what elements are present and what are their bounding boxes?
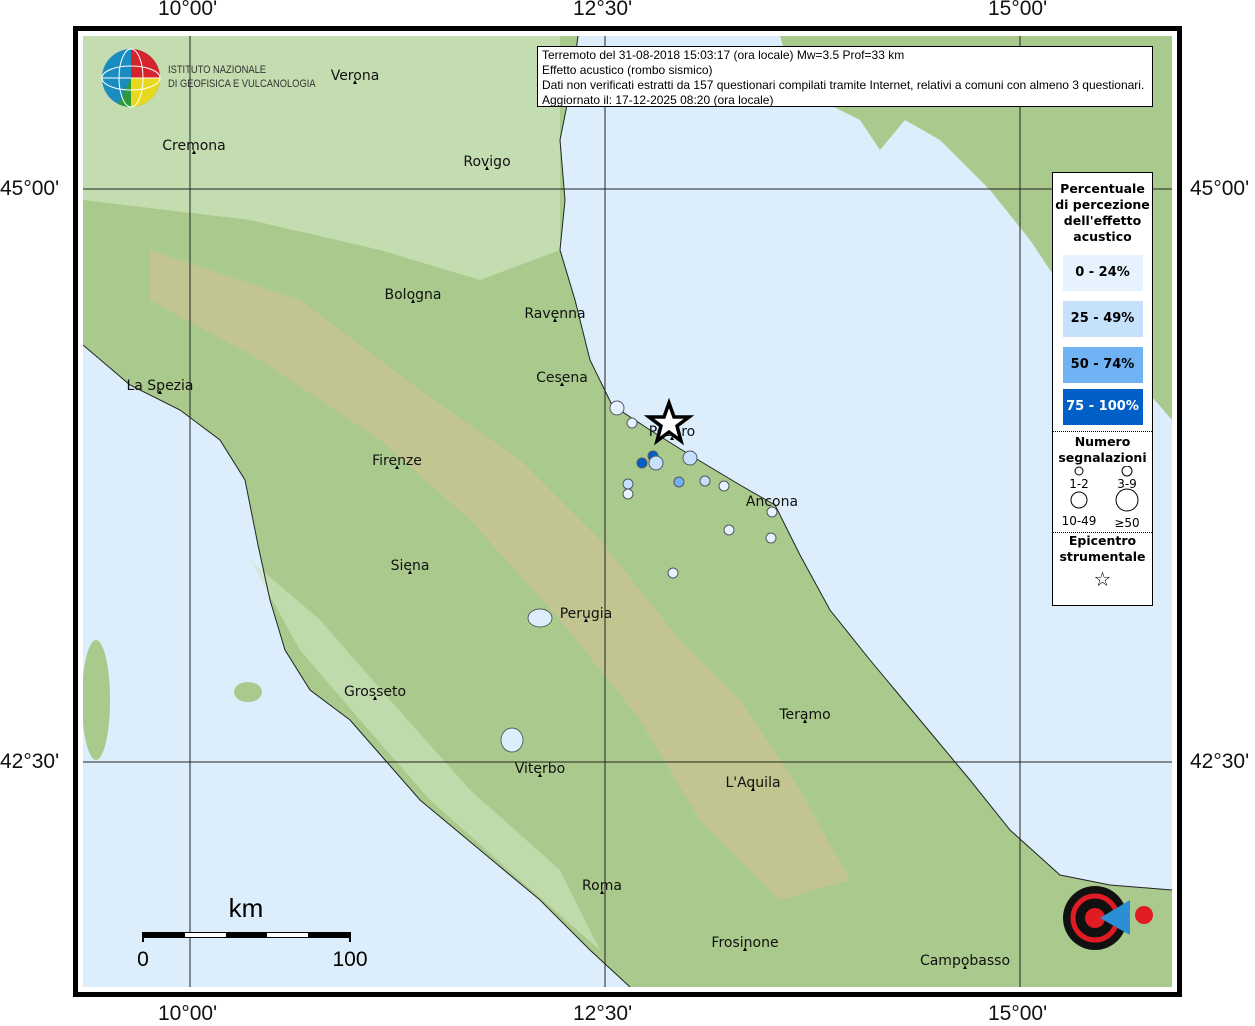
scale-unit: km [229,893,264,923]
municipality-point[interactable] [673,476,685,488]
municipality-point[interactable] [667,567,679,579]
elba-island [234,682,262,702]
municipality-point[interactable] [609,400,625,416]
legend-class: 25 - 49% [1062,301,1143,337]
scale-min: 0 [137,948,149,971]
lat-label-left: 42°30' [0,750,60,773]
scale-max: 100 [332,948,367,971]
count-legend-symbols: 1-2 3-9 10-49 ≥50 [1062,465,1140,530]
lon-label-bottom: 15°00' [988,1002,1048,1025]
legend-class: 75 - 100% [1062,389,1143,425]
lon-label-bottom: 12°30' [573,1002,633,1025]
legend-title: Percentuale di percezione dell'effetto a… [1055,181,1150,244]
count-label: 10-49 [1062,514,1097,528]
lake-trasimeno [527,608,553,628]
lat-label-left: 45°00' [0,177,60,200]
count-label: 3-9 [1117,477,1137,491]
municipality-point[interactable] [622,478,634,490]
municipality-point[interactable] [699,475,711,487]
municipality-point[interactable] [682,450,698,466]
corsica [83,640,110,760]
municipality-point[interactable] [766,506,778,518]
lon-label-bottom: 10°00' [158,1002,218,1025]
lon-label-top: 12°30' [573,0,633,20]
effect-line: Effetto acustico (rombo sismico) [542,63,713,77]
legend: Percentuale di percezione dell'effetto a… [1052,172,1153,606]
lon-label-top: 15°00' [988,0,1048,20]
count-label: 1-2 [1069,477,1089,491]
lake-bolsena [500,727,524,753]
star-icon: ☆ [1093,567,1112,591]
municipality-point[interactable] [765,532,777,544]
ingv-logo-text: ISTITUTO NAZIONALE DI GEOFISICA E VULCAN… [168,63,316,91]
municipality-point[interactable] [723,524,735,536]
municipality-point[interactable] [626,417,638,429]
legend-class: 50 - 74% [1062,347,1143,383]
count-label: ≥50 [1114,516,1139,528]
municipality-point[interactable] [648,455,664,471]
municipality-point[interactable] [622,488,634,500]
lon-label-top: 10°00' [158,0,218,20]
epicenter-legend-title: Epicentro strumentale [1059,533,1146,564]
ingv-logo [101,48,161,108]
ingv-line1: ISTITUTO NAZIONALE [168,64,267,76]
legend-class: 0 - 24% [1062,255,1143,291]
ingv-line2: DI GEOFISICA E VULCANOLOGIA [168,78,316,90]
event-line: Terremoto del 31-08-2018 15:03:17 (ora l… [542,48,905,62]
data-note-line: Dati non verificati estratti da 157 ques… [542,78,1145,92]
count-legend-title: Numero segnalazioni [1058,434,1147,465]
municipality-point[interactable] [718,480,730,492]
updated-line: Aggiornato il: 17-12-2025 08:20 (ora loc… [542,93,774,107]
municipality-point[interactable] [636,457,648,469]
lat-label-right: 45°00' [1190,177,1250,200]
event-info-box: Terremoto del 31-08-2018 15:03:17 (ora l… [537,46,1153,107]
lat-label-right: 42°30' [1190,750,1250,773]
